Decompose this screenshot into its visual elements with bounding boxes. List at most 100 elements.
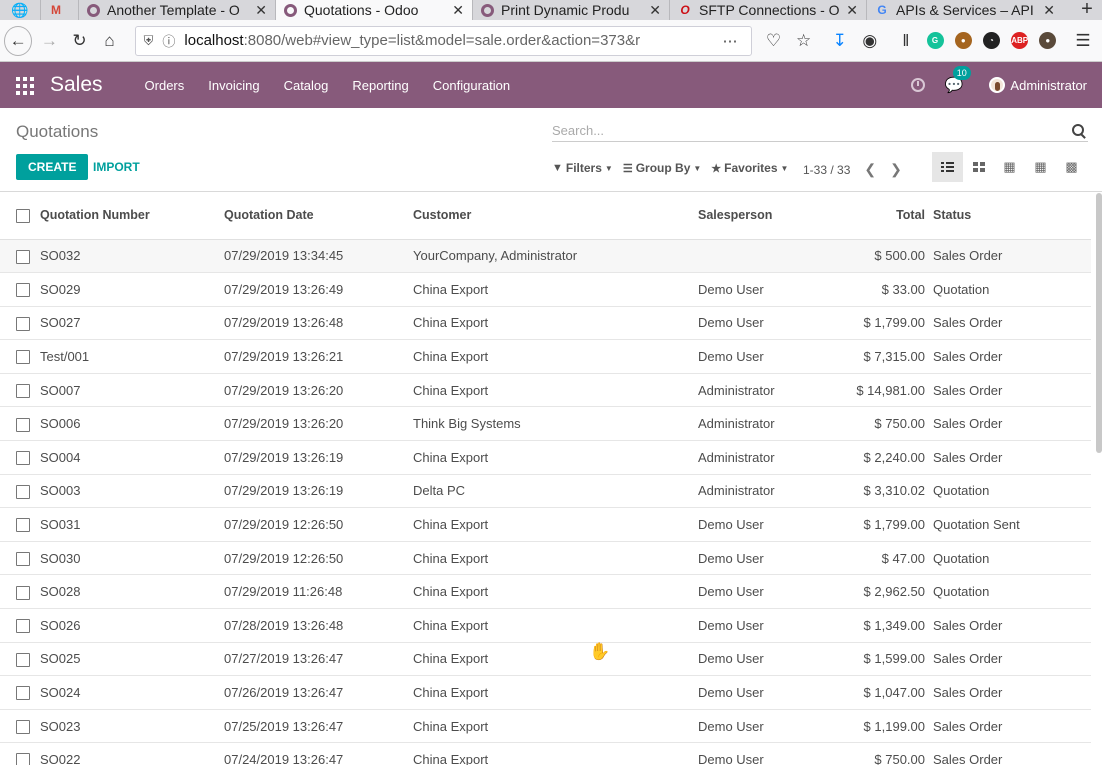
- gauge-icon[interactable]: ◔: [977, 26, 1005, 56]
- table-row[interactable]: SO027 07/29/2019 13:26:48 China Export D…: [0, 306, 1091, 340]
- row-checkbox[interactable]: [0, 340, 40, 374]
- app-name[interactable]: Sales: [50, 73, 103, 97]
- browser-tab-gmail[interactable]: M: [40, 0, 78, 20]
- shield-icon[interactable]: ⛨: [144, 33, 154, 49]
- info-icon[interactable]: ⓘ: [162, 31, 175, 50]
- page-actions-icon[interactable]: ⋯: [722, 32, 743, 50]
- row-checkbox[interactable]: [0, 373, 40, 407]
- adblock-icon[interactable]: ABP: [1006, 26, 1034, 56]
- menu-item-invoicing[interactable]: Invoicing: [196, 62, 271, 108]
- table-row[interactable]: SO023 07/25/2019 13:26:47 China Export D…: [0, 709, 1091, 743]
- menu-item-configuration[interactable]: Configuration: [421, 62, 522, 108]
- table-row[interactable]: SO031 07/29/2019 12:26:50 China Export D…: [0, 508, 1091, 542]
- close-icon[interactable]: ✕: [1043, 2, 1055, 19]
- cell-status: Sales Order: [933, 416, 1003, 432]
- graph-view-icon[interactable]: ▩: [1056, 152, 1087, 182]
- column-header-total[interactable]: Total: [833, 192, 933, 239]
- grammarly-icon[interactable]: G: [921, 26, 949, 56]
- hamburger-menu-icon[interactable]: ☰: [1068, 25, 1098, 57]
- row-checkbox[interactable]: [0, 743, 40, 765]
- row-checkbox[interactable]: [0, 541, 40, 575]
- download-icon[interactable]: ↧: [825, 25, 855, 57]
- menu-item-orders[interactable]: Orders: [133, 62, 197, 108]
- pivot-view-icon[interactable]: ▦: [1025, 152, 1056, 182]
- row-checkbox[interactable]: [0, 575, 40, 609]
- kanban-view-icon[interactable]: [963, 152, 994, 182]
- row-checkbox[interactable]: [0, 609, 40, 643]
- row-checkbox[interactable]: [0, 407, 40, 441]
- column-header-number[interactable]: Quotation Number: [40, 192, 224, 239]
- back-arrow-icon[interactable]: ←: [4, 25, 33, 56]
- select-all-checkbox[interactable]: [0, 192, 40, 239]
- table-row[interactable]: SO007 07/29/2019 13:26:20 China Export A…: [0, 373, 1091, 407]
- chevron-right-icon[interactable]: ❯: [890, 161, 902, 178]
- url-text[interactable]: localhost:8080/web#view_type=list&model=…: [184, 32, 714, 49]
- calendar-view-icon[interactable]: ▦: [994, 152, 1025, 182]
- row-checkbox[interactable]: [0, 441, 40, 475]
- table-row[interactable]: SO003 07/29/2019 13:26:19 Delta PC Admin…: [0, 474, 1091, 508]
- close-icon[interactable]: ✕: [255, 2, 267, 19]
- close-icon[interactable]: ✕: [452, 2, 464, 19]
- column-header-customer[interactable]: Customer: [413, 192, 698, 239]
- menu-item-catalog[interactable]: Catalog: [272, 62, 341, 108]
- url-bar[interactable]: ⛨ ⓘ localhost:8080/web#view_type=list&mo…: [134, 25, 753, 56]
- mask-icon[interactable]: ◉: [855, 25, 885, 57]
- row-checkbox[interactable]: [0, 306, 40, 340]
- table-row[interactable]: SO024 07/26/2019 13:26:47 China Export D…: [0, 676, 1091, 710]
- column-header-date[interactable]: Quotation Date: [224, 192, 413, 239]
- list-view-icon[interactable]: [932, 152, 963, 182]
- table-row[interactable]: SO022 07/24/2019 13:26:47 China Export D…: [0, 743, 1091, 765]
- chat-icon[interactable]: 💬 10: [945, 66, 971, 94]
- clock-icon[interactable]: [910, 78, 925, 92]
- table-row[interactable]: Test/001 07/29/2019 13:26:21 China Expor…: [0, 340, 1091, 374]
- profile-icon[interactable]: ●: [1034, 26, 1062, 56]
- create-button[interactable]: CREATE: [16, 154, 89, 180]
- new-tab-button[interactable]: +: [1072, 0, 1102, 20]
- table-row[interactable]: SO029 07/29/2019 13:26:49 China Export D…: [0, 273, 1091, 307]
- home-icon[interactable]: ⌂: [95, 25, 125, 57]
- menu-item-reporting[interactable]: Reporting: [340, 62, 420, 108]
- forward-arrow-icon[interactable]: →: [34, 25, 64, 57]
- filters-dropdown[interactable]: ▼ Filters ▼: [552, 161, 613, 175]
- row-checkbox[interactable]: [0, 709, 40, 743]
- chevron-left-icon[interactable]: ❮: [864, 161, 876, 178]
- groupby-dropdown[interactable]: ☰ Group By ▼: [623, 161, 701, 175]
- table-row[interactable]: SO004 07/29/2019 13:26:19 China Export A…: [0, 441, 1091, 475]
- favorites-dropdown[interactable]: ★ Favorites ▼: [711, 161, 788, 175]
- browser-tab-another-template[interactable]: Another Template - O ✕: [78, 0, 275, 20]
- row-checkbox[interactable]: [0, 642, 40, 676]
- row-checkbox[interactable]: [0, 273, 40, 307]
- column-header-salesperson[interactable]: Salesperson: [698, 192, 833, 239]
- browser-tab-print-dynamic[interactable]: Print Dynamic Produ ✕: [472, 0, 669, 20]
- browser-tab-apis[interactable]: G APIs & Services – API ✕: [866, 0, 1063, 20]
- avatar[interactable]: [989, 77, 1006, 93]
- column-header-status[interactable]: Status: [933, 192, 1091, 239]
- browser-tab-sftp[interactable]: O SFTP Connections - O ✕: [669, 0, 866, 20]
- search-input[interactable]: [552, 123, 1072, 138]
- globe-icon[interactable]: 🌐: [0, 0, 40, 20]
- library-icon[interactable]: ‖: [891, 25, 921, 57]
- table-row[interactable]: SO006 07/29/2019 13:26:20 Think Big Syst…: [0, 407, 1091, 441]
- table-row[interactable]: SO026 07/28/2019 13:26:48 China Export D…: [0, 609, 1091, 643]
- table-row[interactable]: SO028 07/29/2019 11:26:48 China Export D…: [0, 575, 1091, 609]
- row-checkbox[interactable]: [0, 508, 40, 542]
- reload-icon[interactable]: ↻: [64, 25, 94, 57]
- row-checkbox[interactable]: [0, 676, 40, 710]
- browser-tab-quotations[interactable]: Quotations - Odoo ✕: [275, 0, 472, 20]
- table-row[interactable]: SO032 07/29/2019 13:34:45 YourCompany, A…: [0, 239, 1091, 273]
- pager-value[interactable]: 1-33 / 33: [803, 163, 850, 177]
- close-icon[interactable]: ✕: [846, 2, 858, 19]
- row-checkbox[interactable]: [0, 474, 40, 508]
- search-icon[interactable]: [1072, 123, 1086, 138]
- close-icon[interactable]: ✕: [649, 2, 661, 19]
- monkey-icon[interactable]: ●: [949, 26, 977, 56]
- table-row[interactable]: SO025 07/27/2019 13:26:47 China Export D…: [0, 642, 1091, 676]
- apps-grid-icon[interactable]: [0, 62, 50, 108]
- row-checkbox[interactable]: [0, 239, 40, 273]
- pocket-icon[interactable]: ♡: [758, 25, 788, 57]
- scrollbar[interactable]: [1096, 193, 1102, 453]
- bookmark-star-icon[interactable]: ☆: [789, 25, 819, 57]
- table-row[interactable]: SO030 07/29/2019 12:26:50 China Export D…: [0, 541, 1091, 575]
- import-button[interactable]: IMPORT: [84, 154, 149, 180]
- user-menu[interactable]: Administrator: [1010, 78, 1087, 93]
